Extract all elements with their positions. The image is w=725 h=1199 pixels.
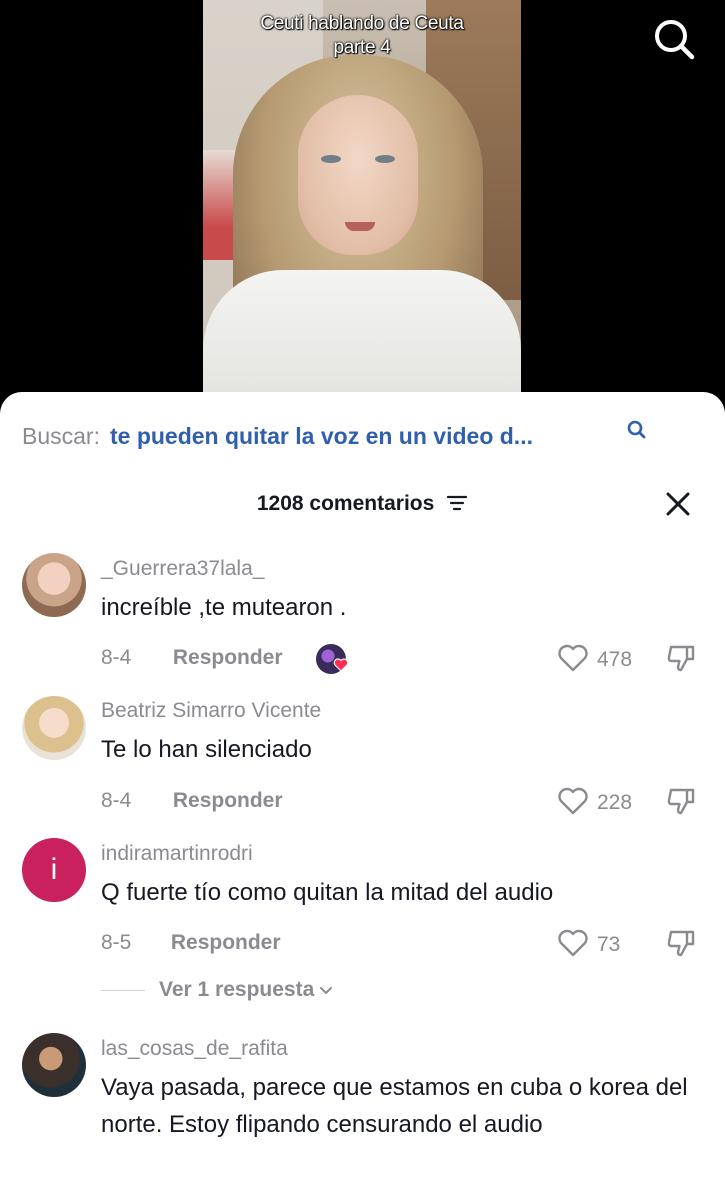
comment-username[interactable]: las_cosas_de_rafita — [101, 1037, 288, 1061]
video-frame[interactable] — [203, 0, 521, 400]
reply-divider — [101, 989, 145, 991]
view-replies-button[interactable]: Ver 1 respuesta — [101, 977, 334, 1003]
video-caption-line1: Ceuti hablando de Ceuta — [260, 13, 464, 34]
heart-icon — [333, 658, 349, 672]
heart-outline-icon[interactable] — [557, 928, 589, 958]
heart-outline-icon[interactable] — [557, 786, 589, 816]
like-count: 73 — [597, 933, 621, 956]
reply-button[interactable]: Responder — [173, 789, 283, 812]
avatar[interactable] — [22, 1033, 86, 1097]
avatar[interactable] — [22, 553, 86, 617]
thumbs-down-icon[interactable] — [665, 785, 697, 817]
comment-text: Q fuerte tío como quitan la mitad del au… — [101, 879, 554, 906]
comment-date: 8-4 — [101, 789, 132, 812]
reply-button[interactable]: Responder — [171, 931, 281, 954]
like-count: 478 — [597, 648, 633, 671]
video-player[interactable]: Ceuti hablando de Ceuta parte 4 — [0, 0, 725, 420]
video-person-shirt — [203, 270, 521, 400]
video-person-mouth — [345, 222, 375, 231]
avatar[interactable]: i — [22, 838, 86, 902]
comment-username[interactable]: Beatriz Simarro Vicente — [101, 699, 321, 723]
search-suggestion[interactable]: Buscar: te pueden quitar la voz en un vi… — [22, 420, 533, 452]
comment-date: 8-4 — [101, 646, 132, 669]
heart-outline-icon[interactable] — [557, 643, 589, 673]
video-person-face — [298, 95, 418, 255]
video-caption: Ceuti hablando de Ceuta parte 4 — [203, 12, 521, 60]
search-icon[interactable] — [626, 419, 648, 441]
search-icon[interactable] — [652, 17, 696, 61]
thumbs-down-icon[interactable] — [665, 927, 697, 959]
comments-count-label: 1208 comentarios — [256, 492, 435, 515]
comment-username[interactable]: indiramartinrodri — [101, 842, 253, 866]
comments-count[interactable]: 1208 comentarios — [0, 488, 725, 520]
search-suggestion-label: Buscar: — [22, 422, 100, 449]
comment-meta: 8-5 Responder — [101, 931, 281, 955]
comment-text: increíble ,te mutearon . — [101, 594, 347, 621]
comment-username[interactable]: _Guerrera37lala_ — [101, 557, 264, 581]
video-caption-line2: parte 4 — [333, 37, 391, 58]
comment-meta: 8-4 Responder — [101, 646, 283, 670]
avatar[interactable] — [22, 696, 86, 760]
thumbs-down-icon[interactable] — [665, 642, 697, 674]
reply-button[interactable]: Responder — [173, 646, 283, 669]
filter-icon[interactable] — [446, 493, 468, 513]
comment-meta: 8-4 Responder — [101, 789, 283, 813]
comment-date: 8-5 — [101, 931, 132, 954]
comments-header: 1208 comentarios — [0, 488, 725, 520]
close-icon[interactable] — [664, 490, 692, 518]
like-count: 228 — [597, 791, 633, 814]
video-person-eye — [375, 155, 395, 163]
video-person-eye — [321, 155, 341, 163]
comments-sheet: Buscar: te pueden quitar la voz en un vi… — [0, 392, 725, 1199]
view-replies-label: Ver 1 respuesta — [159, 978, 315, 1001]
search-suggestion-query[interactable]: te pueden quitar la voz en un video d... — [110, 423, 533, 450]
comment-text: Vaya pasada, parece que estamos en cuba … — [101, 1074, 688, 1138]
comment-text: Te lo han silenciado — [101, 736, 312, 763]
chevron-down-icon — [320, 987, 333, 994]
